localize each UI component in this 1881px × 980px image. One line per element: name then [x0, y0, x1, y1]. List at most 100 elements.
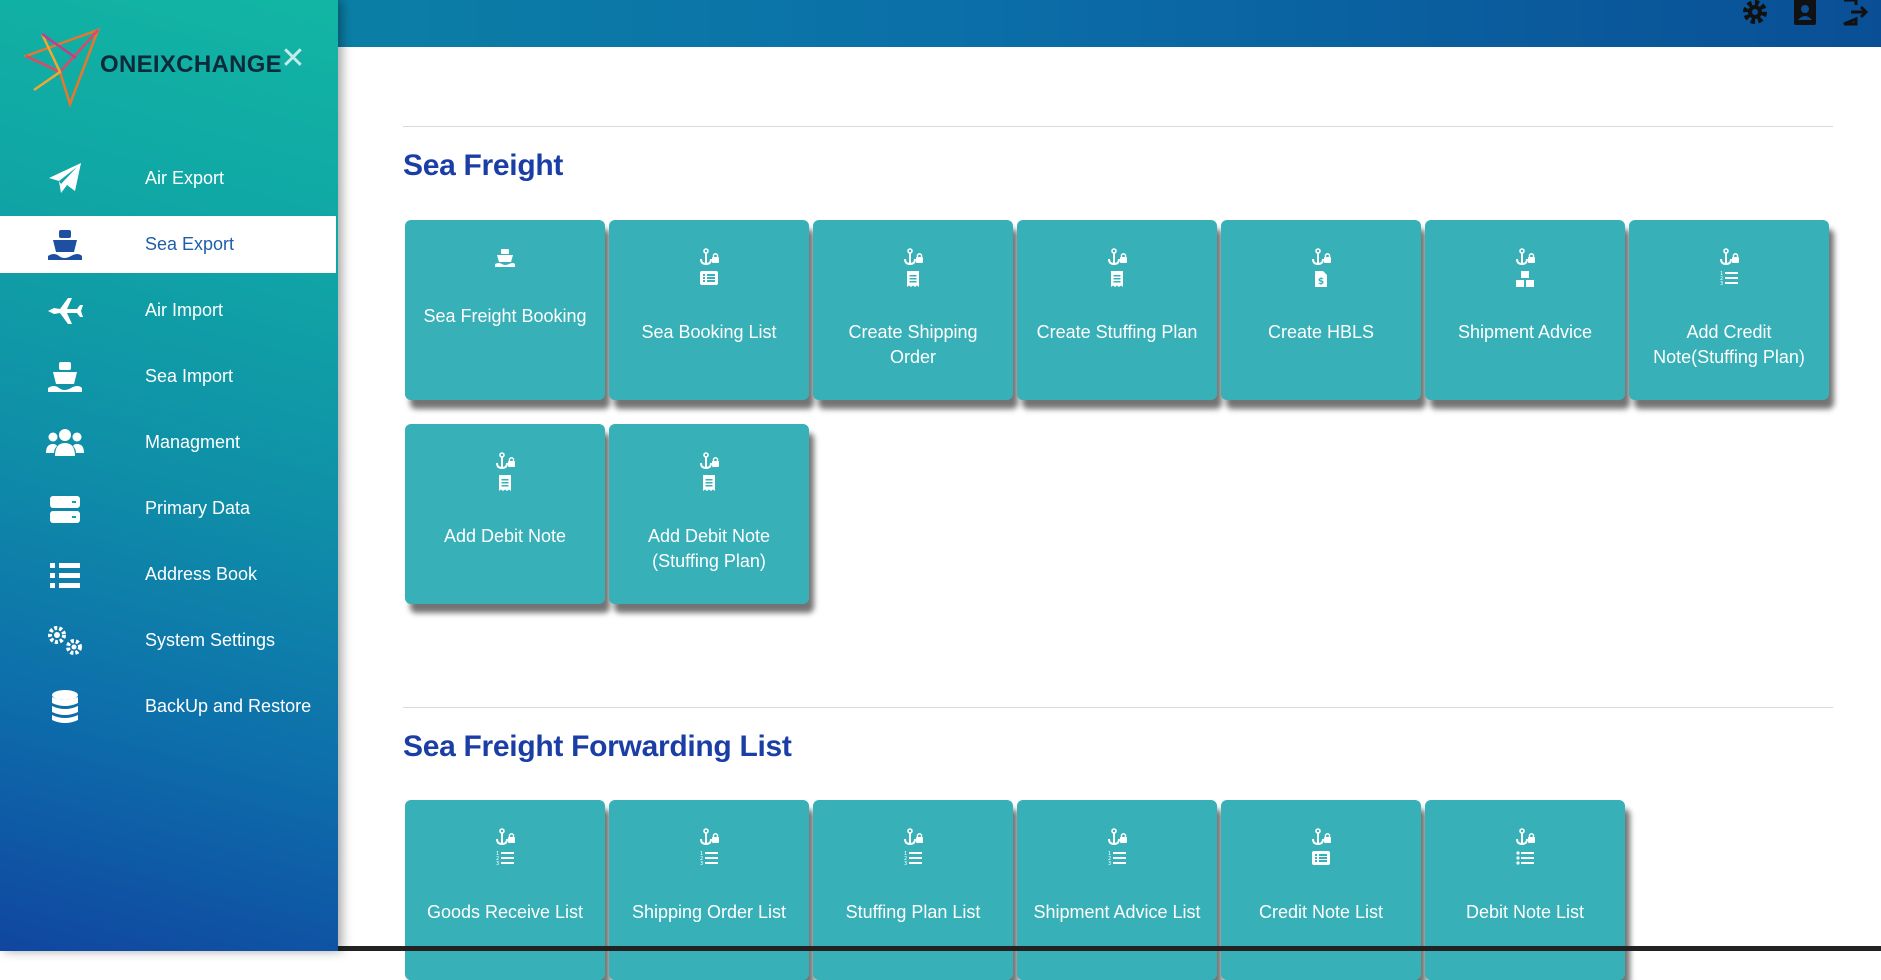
sidebar-item-label: Air Import — [145, 300, 224, 320]
brand-logo-icon — [24, 27, 100, 108]
invoice-dollar-icon: $ — [1315, 271, 1327, 287]
top-bar — [338, 0, 1881, 47]
logout-icon[interactable] — [1839, 0, 1871, 28]
tile-create-hbls[interactable]: $ Create HBLS — [1221, 220, 1421, 400]
anchor-lock-icon — [1108, 248, 1127, 266]
anchor-lock-icon — [1516, 828, 1535, 846]
tile-label: Sea Booking List — [641, 322, 777, 342]
list-alt-icon — [700, 271, 718, 285]
tile-label: Add Credit Note(Stuffing Plan) — [1653, 322, 1805, 367]
list-alt-icon — [1312, 851, 1330, 865]
sidebar-item-label: Address Book — [145, 564, 258, 584]
sidebar-item-backup-restore[interactable]: BackUp and Restore — [0, 678, 336, 735]
tile-shipment-advice[interactable]: Shipment Advice — [1425, 220, 1625, 400]
list-ol-icon: 123 — [1108, 851, 1126, 866]
tile-create-shipping-order[interactable]: Create Shipping Order — [813, 220, 1013, 400]
svg-text:3: 3 — [496, 861, 499, 866]
close-icon[interactable]: ✕ — [280, 44, 306, 74]
list-ul-icon — [1516, 851, 1534, 865]
svg-text:3: 3 — [1108, 861, 1111, 866]
tile-label: Create Stuffing Plan — [1036, 322, 1198, 342]
sidebar-item-address-book[interactable]: Address Book — [0, 546, 336, 603]
user-card-icon[interactable] — [1789, 0, 1821, 28]
brand: ONEIXCHANGE — [24, 20, 282, 110]
receipt-icon — [499, 475, 511, 491]
database-icon — [44, 690, 86, 724]
list-ol-icon: 123 — [700, 851, 718, 866]
tile-label: Create HBLS — [1267, 322, 1375, 342]
svg-text:$: $ — [1318, 277, 1324, 287]
anchor-lock-icon — [700, 452, 719, 470]
sidebar-item-label: Sea Export — [145, 234, 235, 254]
receipt-icon — [907, 271, 919, 287]
sidebar-item-air-import[interactable]: Air Import — [0, 282, 336, 339]
sidebar-item-label: Air Export — [145, 168, 225, 188]
tile-label: Stuffing Plan List — [845, 902, 981, 922]
list-ol-icon: 123 — [1720, 271, 1738, 286]
tile-label: Credit Note List — [1258, 902, 1384, 922]
list-icon — [44, 558, 86, 592]
sidebar-item-primary-data[interactable]: Primary Data — [0, 480, 336, 537]
sidebar-item-air-export[interactable]: Air Export — [0, 150, 336, 207]
receipt-icon — [1111, 271, 1123, 287]
main-content: Sea Freight Sea Freight Booking Sea Book… — [338, 47, 1881, 980]
sidebar-item-label: BackUp and Restore — [145, 696, 312, 716]
sidebar-item-label: System Settings — [145, 630, 276, 650]
tile-add-debit-note-stuffing-plan[interactable]: Add Debit Note (Stuffing Plan) — [609, 424, 809, 604]
anchor-lock-icon — [700, 828, 719, 846]
sidebar-item-label: Sea Import — [145, 366, 234, 386]
sidebar-item-sea-export[interactable]: Sea Export — [0, 216, 336, 273]
tile-add-debit-note[interactable]: Add Debit Note — [405, 424, 605, 604]
sidebar-item-label: Managment — [145, 432, 241, 452]
svg-text:3: 3 — [700, 861, 703, 866]
sidebar-item-label: Primary Data — [145, 498, 251, 518]
section-title-sea-freight-forwarding-list: Sea Freight Forwarding List — [403, 730, 792, 763]
tile-goods-receive-list[interactable]: 123 Goods Receive List — [405, 800, 605, 980]
server-icon — [44, 492, 86, 526]
anchor-lock-icon — [904, 828, 923, 846]
sidebar-item-managment[interactable]: Managment — [0, 414, 336, 471]
tile-add-credit-note-stuffing-plan[interactable]: 123 Add Credit Note(Stuffing Plan) — [1629, 220, 1829, 400]
ship-icon — [44, 360, 86, 394]
sidebar: ONEIXCHANGE ✕ Air Export Sea Export Air … — [0, 0, 338, 951]
sidebar-item-system-settings[interactable]: System Settings — [0, 612, 336, 669]
tile-sea-freight-booking[interactable]: Sea Freight Booking — [405, 220, 605, 400]
plane-icon — [44, 294, 86, 328]
tile-sea-booking-list[interactable]: Sea Booking List — [609, 220, 809, 400]
tile-stuffing-plan-list[interactable]: 123 Stuffing Plan List — [813, 800, 1013, 980]
tile-label: Shipment Advice — [1457, 322, 1593, 342]
tile-label: Add Debit Note — [443, 526, 567, 546]
tile-label: Shipment Advice List — [1033, 902, 1201, 922]
anchor-lock-icon — [496, 828, 515, 846]
anchor-lock-icon — [1720, 248, 1739, 266]
users-icon — [44, 426, 86, 460]
divider — [403, 126, 1833, 127]
svg-text:3: 3 — [1720, 281, 1723, 286]
list-ol-icon: 123 — [904, 851, 922, 866]
gears-icon — [44, 624, 86, 658]
tile-shipping-order-list[interactable]: 123 Shipping Order List — [609, 800, 809, 980]
tile-credit-note-list[interactable]: Credit Note List — [1221, 800, 1421, 980]
anchor-lock-icon — [700, 248, 719, 266]
tile-create-stuffing-plan[interactable]: Create Stuffing Plan — [1017, 220, 1217, 400]
list-ol-icon: 123 — [496, 851, 514, 866]
anchor-lock-icon — [1108, 828, 1127, 846]
tile-label: Add Debit Note (Stuffing Plan) — [647, 526, 771, 571]
section-title-sea-freight: Sea Freight — [403, 149, 564, 182]
boxes-icon — [1516, 271, 1534, 287]
paper-plane-icon — [44, 162, 86, 196]
tile-shipment-advice-list[interactable]: 123 Shipment Advice List — [1017, 800, 1217, 980]
anchor-lock-icon — [904, 248, 923, 266]
tile-label: Shipping Order List — [631, 902, 787, 922]
sidebar-item-sea-import[interactable]: Sea Import — [0, 348, 336, 405]
brand-name: ONEIXCHANGE — [100, 51, 282, 78]
anchor-lock-icon — [1516, 248, 1535, 266]
tile-label: Goods Receive List — [426, 902, 584, 922]
tile-debit-note-list[interactable]: Debit Note List — [1425, 800, 1625, 980]
anchor-lock-icon — [496, 452, 515, 470]
tile-label: Sea Freight Booking — [423, 306, 587, 326]
ship-icon — [495, 249, 515, 267]
tile-label: Debit Note List — [1465, 902, 1585, 922]
svg-text:3: 3 — [904, 861, 907, 866]
gear-icon[interactable] — [1739, 0, 1771, 28]
